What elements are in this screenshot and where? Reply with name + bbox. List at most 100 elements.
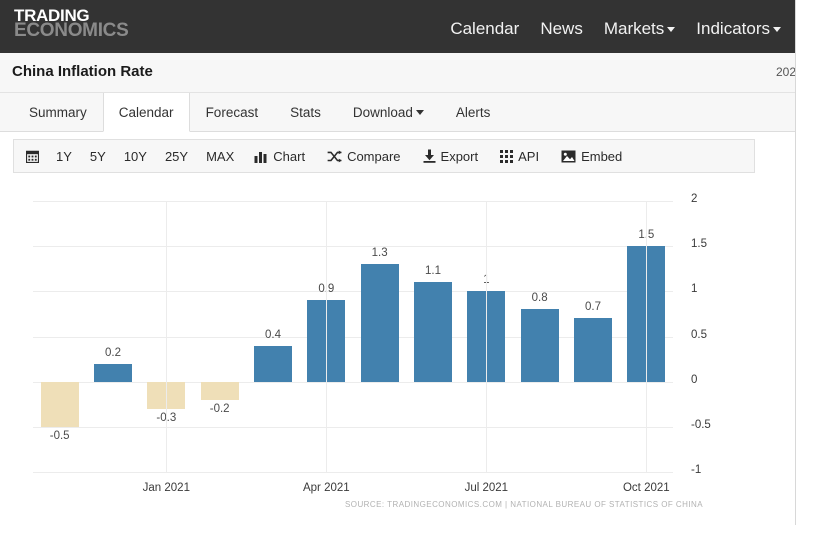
toolbar-calendar-button[interactable]: [14, 140, 47, 172]
chart-bar-value-label: 0.2: [105, 346, 121, 359]
toolbar-range-max[interactable]: MAX: [197, 140, 243, 172]
chart-bar[interactable]: [40, 381, 79, 427]
x-axis-tick-label: Jan 2021: [142, 482, 190, 494]
chart-vertical-gridline: [166, 201, 168, 472]
primary-nav-links: Calendar News Markets Indicators: [450, 19, 781, 39]
tab-download[interactable]: Download: [337, 93, 440, 132]
chevron-down-icon: [667, 27, 676, 33]
chart-bar-value-label: 0.4: [265, 328, 281, 341]
toolbar-range-1y-label: 1Y: [56, 148, 72, 164]
page-header: China Inflation Rate 202: [0, 53, 797, 93]
chart-bar-value-label: -0.2: [209, 402, 230, 415]
chart-gridline: [33, 201, 673, 202]
chart-bar[interactable]: [414, 282, 452, 382]
chart-source-note: SOURCE: TRADINGECONOMICS.COM | NATIONAL …: [345, 500, 704, 509]
toolbar-range-25y-label: 25Y: [164, 148, 189, 164]
x-axis-tick-label: Apr 2021: [302, 482, 350, 494]
y-axis-tick-label: -0.5: [691, 418, 711, 431]
nav-item-markets-label: Markets: [603, 19, 665, 38]
logo-line-economics: ECONOMICS: [14, 20, 129, 41]
chart-vertical-gridline: [646, 201, 648, 472]
download-icon: [423, 149, 436, 163]
page-bottom-strip: [0, 525, 829, 549]
chart-bar[interactable]: [360, 264, 399, 382]
x-axis-tick-label: Oct 2021: [622, 482, 670, 494]
tab-alerts-label: Alerts: [455, 105, 491, 120]
toolbar-compare-label: Compare: [347, 148, 401, 164]
y-axis-tick-label: 1.5: [691, 238, 707, 251]
calendar-icon: [26, 150, 39, 163]
toolbar-chart-label: Chart: [273, 148, 306, 164]
toolbar-export-label: Export: [440, 148, 479, 164]
tab-summary[interactable]: Summary: [13, 93, 103, 132]
toolbar-range-max-label: MAX: [206, 148, 235, 164]
image-icon: [561, 150, 576, 163]
chart-bar-value-label: 1.3: [371, 247, 388, 260]
y-axis-tick-label: 0: [691, 373, 698, 386]
tab-strip: Summary Calendar Forecast Stats Download…: [0, 93, 795, 132]
chart-bar[interactable]: [520, 309, 559, 382]
chart-bar[interactable]: [574, 318, 612, 382]
toolbar-range-5y[interactable]: 5Y: [81, 140, 115, 172]
nav-item-indicators[interactable]: Indicators: [696, 19, 781, 39]
chart-plot-area: -0.50.2-0.3-0.20.40.91.31.110.80.71.5: [33, 201, 673, 473]
toolbar-chart-button[interactable]: Chart: [243, 140, 316, 172]
toolbar-embed-button[interactable]: Embed: [550, 140, 633, 172]
nav-item-calendar[interactable]: Calendar: [450, 19, 519, 39]
chart-gridline: [33, 472, 673, 473]
nav-item-news[interactable]: News: [540, 19, 583, 39]
toolbar-range-5y-label: 5Y: [89, 148, 106, 164]
tab-summary-label: Summary: [29, 105, 87, 120]
y-axis-tick-label: 2: [691, 193, 698, 205]
chart-gridline: [33, 426, 673, 428]
nav-item-markets[interactable]: Markets: [603, 19, 676, 39]
site-logo[interactable]: TRADING ECONOMICS: [14, 7, 129, 41]
nav-item-indicators-label: Indicators: [696, 19, 770, 38]
page-right-border: [795, 0, 796, 549]
y-axis-tick-label: 1: [691, 283, 698, 296]
chart-bar-value-label: -0.5: [49, 429, 70, 442]
app-root: TRADING ECONOMICS Calendar News Markets …: [0, 0, 829, 549]
chart-vertical-gridline: [486, 201, 488, 472]
nav-item-news-label: News: [540, 19, 583, 38]
chart-gridline: [33, 381, 673, 383]
page-header-year: 202: [776, 65, 797, 79]
toolbar-embed-label: Embed: [581, 148, 623, 164]
chart-bar[interactable]: [94, 363, 132, 382]
toolbar-export-button[interactable]: Export: [412, 140, 490, 172]
chart-bar[interactable]: [200, 381, 239, 400]
chevron-down-icon: [415, 110, 424, 115]
tab-forecast[interactable]: Forecast: [190, 93, 275, 132]
toolbar-api-label: API: [518, 148, 540, 164]
page-right-fill: [796, 0, 829, 549]
toolbar-range-10y-label: 10Y: [123, 148, 147, 164]
tab-list: Summary Calendar Forecast Stats Download…: [13, 93, 506, 132]
toolbar-api-button[interactable]: API: [489, 140, 550, 172]
toolbar-range-10y[interactable]: 10Y: [115, 140, 156, 172]
chart-toolbar: 1Y 5Y 10Y 25Y MAX Chart Compare Export A…: [13, 139, 755, 173]
top-navigation-bar: TRADING ECONOMICS Calendar News Markets …: [0, 0, 795, 53]
shuffle-icon: [327, 150, 342, 163]
tab-download-label: Download: [352, 105, 413, 120]
tab-stats[interactable]: Stats: [274, 93, 337, 132]
nav-item-calendar-label: Calendar: [450, 19, 520, 38]
toolbar-range-25y[interactable]: 25Y: [156, 140, 197, 172]
chart-vertical-gridline: [326, 201, 328, 472]
grid-icon: [500, 149, 514, 163]
x-axis-tick-label: Jul 2021: [464, 482, 509, 494]
tab-calendar[interactable]: Calendar: [102, 93, 190, 132]
tab-calendar-label: Calendar: [118, 104, 174, 120]
chevron-down-icon: [773, 27, 781, 33]
tab-alerts[interactable]: Alerts: [440, 93, 507, 132]
y-axis-tick-label: -1: [691, 464, 702, 476]
toolbar-range-1y[interactable]: 1Y: [47, 140, 81, 172]
inflation-rate-chart: -0.50.2-0.3-0.20.40.91.31.110.80.71.5 21…: [13, 182, 755, 502]
y-axis-tick-label: 0.5: [691, 328, 707, 341]
chart-bar-value-label: 0.7: [585, 301, 601, 314]
toolbar-compare-button[interactable]: Compare: [316, 140, 411, 172]
tab-stats-label: Stats: [290, 105, 321, 120]
bar-chart-icon: [254, 150, 268, 163]
tab-forecast-label: Forecast: [205, 105, 259, 120]
chart-bar[interactable]: [254, 345, 292, 382]
page-title: China Inflation Rate: [12, 63, 153, 80]
